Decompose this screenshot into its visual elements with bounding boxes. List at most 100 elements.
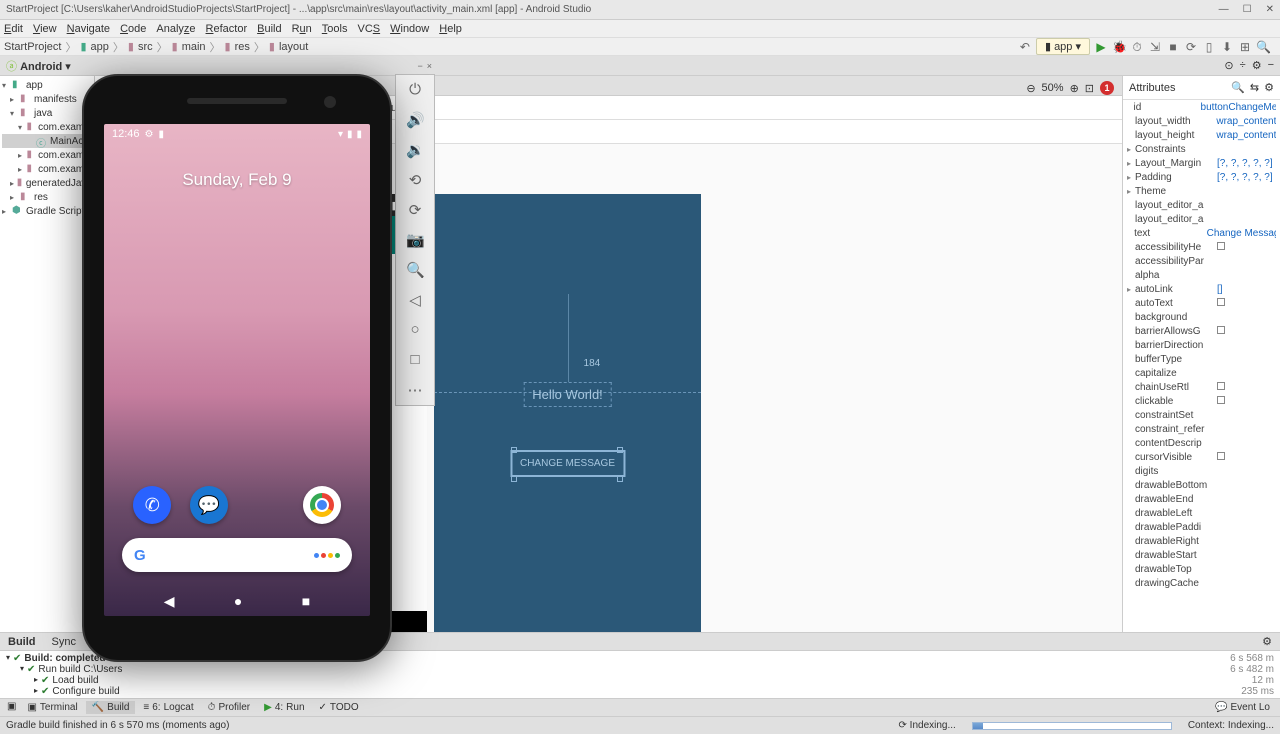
selection-handle[interactable]	[511, 447, 517, 453]
emulator-close-icon[interactable]: ×	[427, 61, 432, 71]
attr-row[interactable]: drawingCache	[1123, 576, 1280, 590]
menu-code[interactable]: Code	[120, 23, 146, 35]
sync-tab[interactable]: Sync	[52, 636, 76, 648]
menu-view[interactable]: View	[33, 23, 57, 35]
attr-row[interactable]: constraint_refer	[1123, 422, 1280, 436]
attr-row[interactable]: autoText	[1123, 296, 1280, 310]
tree-mainactivity[interactable]: ⓒMainActi	[2, 134, 92, 148]
run-icon[interactable]: ▶	[1094, 40, 1108, 54]
google-search-bar[interactable]: G	[122, 538, 352, 572]
menu-run[interactable]: Run	[292, 23, 312, 35]
bc-root[interactable]: StartProject	[4, 41, 61, 53]
tree-res[interactable]: ▸▮res	[2, 190, 92, 204]
attr-row[interactable]: drawableLeft	[1123, 506, 1280, 520]
zoom-icon[interactable]: 🔍	[406, 261, 424, 279]
back-icon[interactable]: ◀	[164, 593, 175, 610]
attr-row[interactable]: layout_editor_a	[1123, 198, 1280, 212]
menu-edit[interactable]: Edit	[4, 23, 23, 35]
bc-src[interactable]: src	[138, 41, 153, 53]
build-row[interactable]: ▸✔Load build12 m	[6, 675, 1274, 686]
back-icon[interactable]: ↶	[1018, 40, 1032, 54]
search-icon[interactable]: 🔍	[1231, 81, 1245, 94]
menu-navigate[interactable]: Navigate	[67, 23, 110, 35]
attr-row[interactable]: capitalize	[1123, 366, 1280, 380]
menu-help[interactable]: Help	[439, 23, 462, 35]
home-icon[interactable]: ●	[234, 593, 242, 610]
profile-icon[interactable]: ⏱	[1130, 40, 1144, 54]
tree-app[interactable]: ▾▮app	[2, 78, 92, 92]
zoom-in-icon[interactable]: ⊕	[1070, 82, 1079, 95]
attr-row[interactable]: ▸Padding[?, ?, ?, ?, ?]	[1123, 170, 1280, 184]
attr-row[interactable]: drawableStart	[1123, 548, 1280, 562]
attr-row[interactable]: textChange Message	[1123, 226, 1280, 240]
tree-manifests[interactable]: ▸▮manifests	[2, 92, 92, 106]
menu-analyze[interactable]: Analyze	[156, 23, 195, 35]
emulator-window[interactable]: 12:46 ⚙ ▮ ▾ ▮ ▮ Sunday, Feb 9 ✆ 💬 G	[82, 74, 392, 662]
attr-row[interactable]: background	[1123, 310, 1280, 324]
rotate-left-icon[interactable]: ⟲	[406, 171, 424, 189]
build-button[interactable]: 🔨Build	[86, 701, 136, 714]
attr-row[interactable]: bufferType	[1123, 352, 1280, 366]
tree-genjava[interactable]: ▸▮generatedJava	[2, 176, 92, 190]
search-icon[interactable]: 🔍	[1256, 40, 1270, 54]
screenshot-icon[interactable]: 📷	[406, 231, 424, 249]
attr-row[interactable]: drawablePaddi	[1123, 520, 1280, 534]
chrome-app-icon[interactable]	[303, 486, 341, 524]
selection-handle[interactable]	[617, 447, 623, 453]
tree-pkg2[interactable]: ▸▮com.exampl	[2, 148, 92, 162]
attr-row[interactable]: layout_heightwrap_content	[1123, 128, 1280, 142]
attr-row[interactable]: barrierAllowsG	[1123, 324, 1280, 338]
build-settings-icon[interactable]: ⚙	[1262, 635, 1272, 648]
android-view-selector[interactable]: ⓐ Android ▾	[6, 58, 71, 74]
phone-app-icon[interactable]: ✆	[133, 486, 171, 524]
emulator-minimize-icon[interactable]: −	[417, 61, 422, 71]
bc-res[interactable]: res	[235, 41, 250, 53]
overview-icon[interactable]: □	[406, 351, 424, 369]
settings-icon[interactable]: ⚙	[1252, 59, 1262, 72]
emulator-titlebar[interactable]: − ×	[395, 58, 435, 74]
attr-row[interactable]: cursorVisible	[1123, 450, 1280, 464]
bc-layout[interactable]: layout	[279, 41, 308, 53]
hide-icon[interactable]: −	[1268, 59, 1274, 72]
more-icon[interactable]: ⋯	[406, 381, 424, 399]
menu-vcs[interactable]: VCS	[357, 23, 380, 35]
attr-row[interactable]: drawableTop	[1123, 562, 1280, 576]
minimize-icon[interactable]: —	[1219, 4, 1229, 15]
selection-handle[interactable]	[617, 476, 623, 482]
attr-row[interactable]: clickable	[1123, 394, 1280, 408]
attr-row[interactable]: digits	[1123, 464, 1280, 478]
sdk-icon[interactable]: ⬇	[1220, 40, 1234, 54]
recents-icon[interactable]: ■	[302, 593, 310, 610]
zoom-fit-icon[interactable]: ⊡	[1085, 82, 1094, 95]
gear-icon[interactable]: ⚙	[1264, 81, 1274, 94]
menu-refactor[interactable]: Refactor	[206, 23, 248, 35]
menu-window[interactable]: Window	[390, 23, 429, 35]
tree-pkg1[interactable]: ▾▮com.exampl	[2, 120, 92, 134]
run-button[interactable]: ▶4:Run	[258, 701, 310, 714]
volume-down-icon[interactable]: 🔉	[406, 141, 424, 159]
terminal-button[interactable]: ▣Terminal	[21, 701, 83, 714]
menu-build[interactable]: Build	[257, 23, 281, 35]
attr-row[interactable]: ▸autoLink[]	[1123, 282, 1280, 296]
expand-icon[interactable]: ÷	[1240, 59, 1246, 72]
attr-row[interactable]: chainUseRtl	[1123, 380, 1280, 394]
todo-button[interactable]: ✓TODO	[313, 701, 365, 714]
zoom-out-icon[interactable]: ⊖	[1026, 82, 1035, 95]
logcat-button[interactable]: ≡6:Logcat	[137, 701, 199, 714]
power-icon[interactable]: ⏻	[406, 81, 424, 99]
close-icon[interactable]: ✕	[1266, 4, 1274, 15]
attr-row[interactable]: idbuttonChangeMessa	[1123, 100, 1280, 114]
bc-main[interactable]: main	[182, 41, 206, 53]
home-icon[interactable]: ○	[406, 321, 424, 339]
attr-row[interactable]: alpha	[1123, 268, 1280, 282]
build-row[interactable]: ▾✔Run build C:\Users6 s 482 m	[6, 664, 1274, 675]
warnings-badge[interactable]: 1	[1100, 81, 1114, 95]
attr-row[interactable]: contentDescrip	[1123, 436, 1280, 450]
attributes-rows[interactable]: idbuttonChangeMessalayout_widthwrap_cont…	[1123, 100, 1280, 632]
attr-row[interactable]: constraintSet	[1123, 408, 1280, 422]
volume-up-icon[interactable]: 🔊	[406, 111, 424, 129]
sync-icon[interactable]: ⟳	[1184, 40, 1198, 54]
attr-row[interactable]: accessibilityHe	[1123, 240, 1280, 254]
eventlog-button[interactable]: 💬Event Lo	[1209, 701, 1276, 714]
blueprint-button-selected[interactable]: CHANGE MESSAGE	[510, 450, 625, 477]
